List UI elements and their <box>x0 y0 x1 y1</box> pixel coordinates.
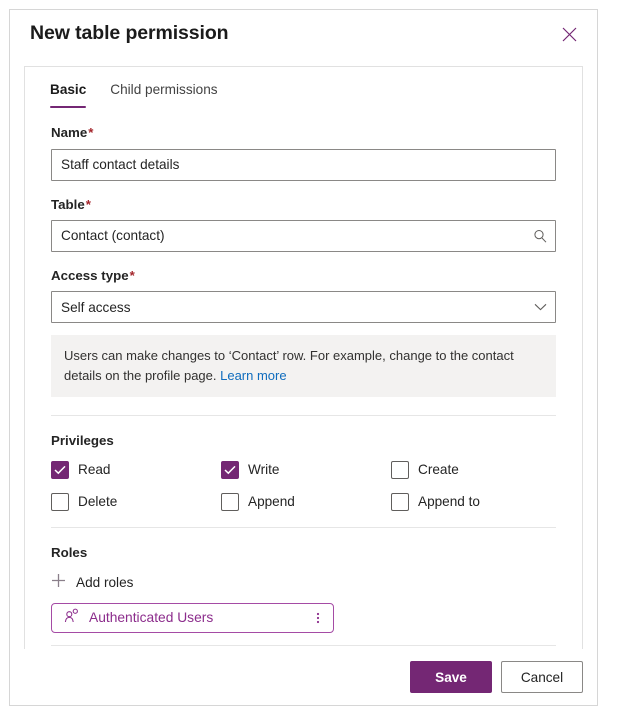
divider-footer <box>51 645 556 647</box>
form-body: Name* Table* <box>25 108 582 647</box>
privilege-write-label: Write <box>248 462 280 478</box>
tab-child-permissions[interactable]: Child permissions <box>98 81 229 108</box>
privileges-section: Privileges Read Write Create Delete Appe… <box>51 433 556 512</box>
access-type-required-marker: * <box>129 267 135 283</box>
table-label: Table* <box>51 196 556 213</box>
name-input[interactable] <box>51 148 556 181</box>
privilege-delete[interactable]: Delete <box>51 493 221 512</box>
access-type-input-wrap <box>51 291 556 324</box>
checkbox-read[interactable] <box>51 461 69 480</box>
privilege-write[interactable]: Write <box>221 461 391 480</box>
dialog-content-card: Basic Child permissions Name* Table* <box>24 66 583 649</box>
privilege-create[interactable]: Create <box>391 461 556 480</box>
table-required-marker: * <box>85 196 91 212</box>
person-role-icon <box>64 608 80 629</box>
field-table: Table* <box>51 196 556 252</box>
privilege-read-label: Read <box>78 462 111 478</box>
roles-heading: Roles <box>51 545 88 561</box>
checkbox-append-to[interactable] <box>391 493 409 512</box>
tablist: Basic Child permissions <box>25 67 582 109</box>
table-lookup-input[interactable] <box>51 219 556 252</box>
checkbox-create[interactable] <box>391 461 409 480</box>
add-roles-label: Add roles <box>76 574 134 590</box>
privilege-append-to[interactable]: Append to <box>391 493 556 512</box>
privilege-append[interactable]: Append <box>221 493 391 512</box>
cancel-button[interactable]: Cancel <box>501 661 583 693</box>
access-type-label: Access type* <box>51 267 556 284</box>
privileges-grid: Read Write Create Delete Append Append t… <box>51 461 556 512</box>
privilege-delete-label: Delete <box>78 494 118 510</box>
role-chip-authenticated-users[interactable]: Authenticated Users <box>51 603 334 634</box>
access-type-info-box: Users can make changes to ‘Contact’ row.… <box>51 335 556 398</box>
privilege-read[interactable]: Read <box>51 461 221 480</box>
add-roles-button[interactable]: Add roles <box>51 573 133 591</box>
access-type-dropdown[interactable] <box>51 291 556 324</box>
new-table-permission-dialog: New table permission Basic Child permiss… <box>9 9 598 706</box>
field-access-type: Access type* <box>51 267 556 324</box>
roles-section: Roles Add roles Authenticated Users <box>51 545 556 645</box>
divider-privileges <box>51 415 556 417</box>
more-vertical-icon[interactable] <box>307 605 329 631</box>
checkbox-write[interactable] <box>221 461 239 480</box>
access-type-label-text: Access type <box>51 267 129 283</box>
dialog-titlebar: New table permission <box>10 10 597 58</box>
learn-more-link[interactable]: Learn more <box>220 368 286 383</box>
privilege-create-label: Create <box>418 462 459 478</box>
table-label-text: Table <box>51 196 85 212</box>
name-label: Name* <box>51 124 556 141</box>
name-label-text: Name <box>51 125 88 141</box>
privilege-append-label: Append <box>248 494 295 510</box>
divider-roles <box>51 527 556 529</box>
plus-icon <box>51 573 66 591</box>
save-button[interactable]: Save <box>410 661 492 693</box>
name-input-wrap <box>51 148 556 181</box>
close-icon <box>562 27 577 42</box>
privileges-heading: Privileges <box>51 433 114 449</box>
field-name: Name* <box>51 124 556 181</box>
roles-list: Authenticated Users <box>51 603 556 634</box>
page-title: New table permission <box>30 22 229 45</box>
tab-basic[interactable]: Basic <box>50 81 98 109</box>
checkbox-append[interactable] <box>221 493 239 512</box>
checkbox-delete[interactable] <box>51 493 69 512</box>
privilege-append-to-label: Append to <box>418 494 480 510</box>
info-text: Users can make changes to ‘Contact’ row.… <box>64 348 514 383</box>
table-input-wrap <box>51 219 556 252</box>
role-chip-label: Authenticated Users <box>89 610 214 626</box>
close-button[interactable] <box>553 18 585 50</box>
dialog-footer: Save Cancel <box>10 649 597 705</box>
name-required-marker: * <box>88 125 94 141</box>
